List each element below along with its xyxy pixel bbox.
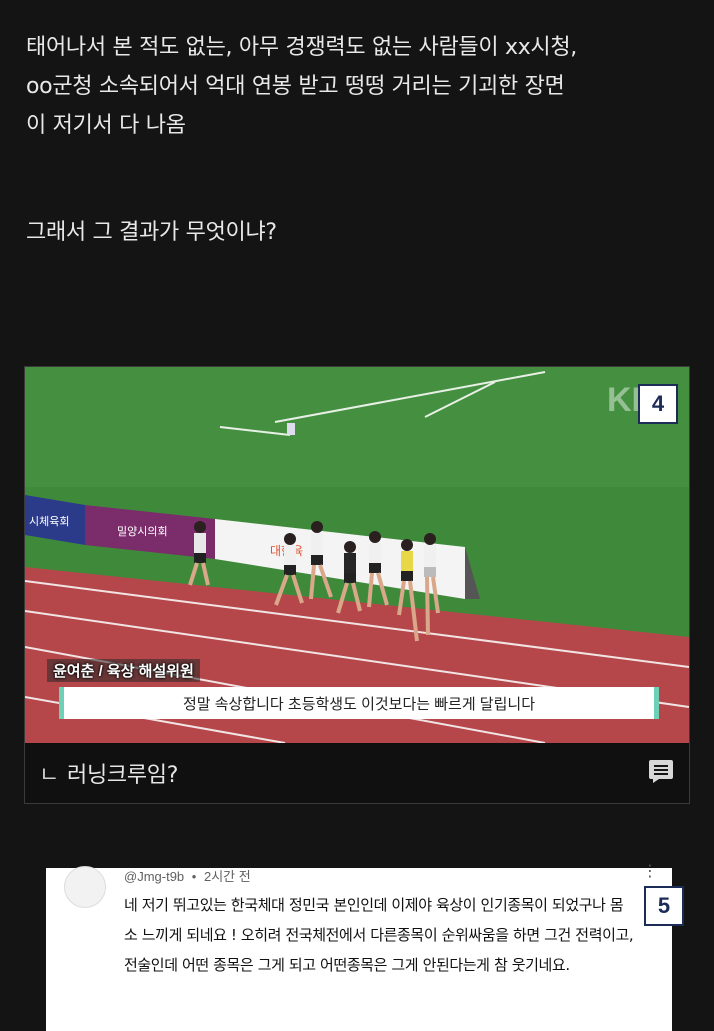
more-options-icon: ⋮ (642, 861, 658, 880)
video-frame[interactable]: KBS 시체육회 밀양시의회 대한육 (25, 367, 689, 743)
embedded-video-card[interactable]: KBS 시체육회 밀양시의회 대한육 (24, 366, 690, 804)
image-number-badge: 4 (638, 384, 678, 424)
avatar (64, 866, 106, 908)
banner-text-1: 시체육회 (29, 515, 69, 528)
embed-footer: ㄴ 러닝크루임? (25, 743, 689, 803)
comment-meta: @Jmg-t9b • 2시간 전 (124, 866, 255, 885)
comment-time: 2시간 전 (203, 869, 251, 884)
youtube-comment-screenshot: @Jmg-t9b • 2시간 전 ⋮ 네 저기 뛰고있는 한국체대 정민국 본인… (40, 861, 684, 1031)
reply-mark-icon: ㄴ (39, 763, 60, 788)
subtitle-caption: 정말 속상합니다 초등학생도 이것보다는 빠르게 달립니다 (59, 687, 659, 719)
meta-separator: • (191, 869, 197, 884)
post-paragraph-1: 태어나서 본 적도 없는, 아무 경쟁력도 없는 사람들이 xx시청, oo군청… (26, 35, 577, 138)
comment-author: @Jmg-t9b (124, 869, 185, 884)
comment-icon[interactable] (647, 757, 675, 789)
reply-text: 러닝크루임? (67, 763, 179, 788)
commentator-caption: 윤여춘 / 육상 해설위원 (47, 659, 200, 682)
banner-text-2: 밀양시의회 (117, 525, 168, 538)
image-number-badge-2: 5 (644, 886, 684, 926)
post-paragraph-2: 그래서 그 결과가 무엇이냐? (26, 220, 277, 245)
comment-body: 네 저기 뛰고있는 한국체대 정민국 본인인데 이제야 육상이 인기종목이 되었… (124, 896, 634, 974)
